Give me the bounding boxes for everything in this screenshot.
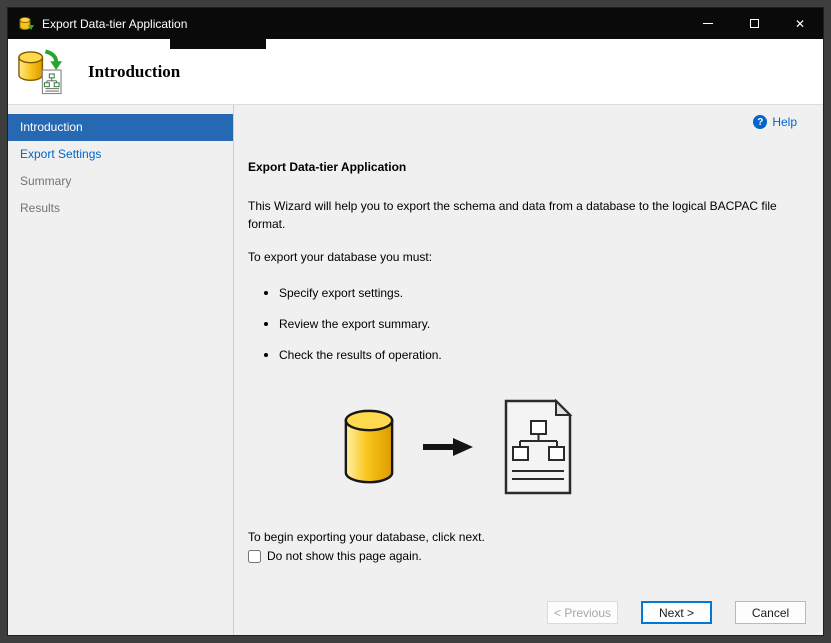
requirements-intro: To export your database you must: <box>248 250 433 264</box>
right-arrow-icon <box>423 438 473 456</box>
minimize-icon <box>703 23 713 24</box>
list-item: Review the export summary. <box>264 308 442 339</box>
wizard-header: Introduction <box>8 39 823 105</box>
list-item: Check the results of operation. <box>264 339 442 370</box>
help-label: Help <box>772 115 797 129</box>
export-illustration <box>342 397 576 497</box>
bullet-text: Specify export settings. <box>279 285 404 300</box>
footer-note: To begin exporting your database, click … <box>248 530 485 544</box>
bullet-icon <box>264 352 268 357</box>
sidebar-item-export-settings[interactable]: Export Settings <box>8 141 233 168</box>
content-heading: Export Data-tier Application <box>248 160 407 174</box>
titlebar-shadow-artifact <box>170 39 266 49</box>
previous-button[interactable]: < Previous <box>547 601 618 624</box>
dont-show-again-checkbox[interactable] <box>248 549 261 563</box>
bullet-icon <box>264 290 268 295</box>
minimize-button[interactable] <box>685 8 731 39</box>
bacpac-file-icon <box>504 398 573 495</box>
database-cylinder-icon <box>344 409 394 483</box>
sidebar-item-results[interactable]: Results <box>8 195 233 222</box>
wizard-window: Export Data-tier Application ✕ Introduct… <box>7 7 824 636</box>
window-controls: ✕ <box>685 8 823 39</box>
help-icon: ? <box>753 115 768 129</box>
requirements-list: Specify export settings. Review the expo… <box>264 277 442 370</box>
cancel-button[interactable]: Cancel <box>735 601 806 624</box>
bullet-text: Review the export summary. <box>279 316 431 331</box>
next-button[interactable]: Next > <box>641 601 712 624</box>
maximize-button[interactable] <box>731 8 777 39</box>
bullet-text: Check the results of operation. <box>279 347 442 362</box>
titlebar[interactable]: Export Data-tier Application ✕ <box>8 8 823 49</box>
help-link[interactable]: ? Help <box>753 115 797 129</box>
sidebar-item-summary[interactable]: Summary <box>8 168 233 195</box>
dont-show-again-row: Do not show this page again. <box>248 549 422 563</box>
wizard-actions: < Previous Next > Cancel <box>547 601 806 624</box>
page-title: Introduction <box>88 61 181 81</box>
maximize-icon <box>749 19 759 28</box>
list-item: Specify export settings. <box>264 277 442 308</box>
app-database-icon <box>18 16 34 32</box>
intro-paragraph: This Wizard will help you to export the … <box>248 199 777 231</box>
sidebar-item-introduction[interactable]: Introduction <box>8 114 233 141</box>
close-button[interactable]: ✕ <box>777 8 823 39</box>
bullet-icon <box>264 321 268 326</box>
dont-show-again-label: Do not show this page again. <box>267 549 422 563</box>
window-title: Export Data-tier Application <box>42 16 188 31</box>
wizard-steps-sidebar: Introduction Export Settings Summary Res… <box>8 105 234 635</box>
export-dac-icon <box>16 49 63 95</box>
wizard-page-content: ? Help Export Data-tier Application This… <box>234 105 823 635</box>
